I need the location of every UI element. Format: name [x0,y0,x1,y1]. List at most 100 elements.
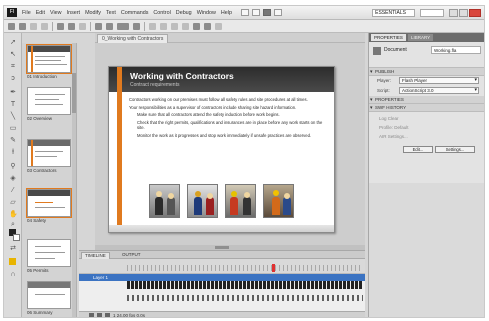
slide-preview[interactable]: Working with Contractors Contract requir… [108,66,335,233]
player-select[interactable]: Flash Player [399,77,479,84]
slide-thumbnail[interactable]: 02 Overview [27,87,71,121]
eraser-icon[interactable]: ▱ [9,199,17,207]
settings-icon[interactable] [262,9,271,16]
slide-thumbnail-caption: 06 Summary [27,310,53,315]
menu-control[interactable]: Control [153,10,170,16]
pen-tool-icon[interactable]: ✒ [9,89,17,97]
workspace-switcher[interactable]: ESSENTIALS [372,8,415,17]
rotate-icon[interactable] [117,22,129,30]
rectangle-tool-icon[interactable]: ▭ [9,125,17,133]
slide-thumbnail[interactable]: 01 Introduction [26,44,72,79]
menu-window[interactable]: Window [197,10,216,16]
snap-icon[interactable] [79,22,86,30]
fill-color-icon[interactable] [9,258,16,265]
swf-history-line: Profile: Default [379,125,409,130]
scale-icon[interactable] [133,22,140,30]
match-size-icon[interactable] [171,22,178,30]
snap-magnet-icon[interactable]: ∩ [9,271,17,279]
stage-canvas[interactable]: Working with Contractors Contract requir… [95,43,365,250]
smooth-icon[interactable] [95,22,102,30]
brush-tool-icon[interactable]: ⱡ [9,149,17,157]
edit-button[interactable]: Edit... [403,146,433,153]
filmstrip-scrollbar[interactable] [72,43,76,317]
paint-bucket-icon[interactable]: ◈ [9,175,17,183]
slide-thumbnail[interactable]: 03 Contractors [27,139,71,173]
menu-file[interactable]: File [22,10,31,16]
arrange-icon[interactable] [273,9,282,16]
section-swf-history[interactable]: SWF HISTORY [369,104,484,112]
selection-tool-icon[interactable]: ➚ [9,39,17,47]
section-properties[interactable]: PROPERTIES [369,96,484,104]
new-folder-icon[interactable] [97,313,102,317]
align-icon[interactable] [149,22,156,30]
transform-icon[interactable] [215,22,222,30]
save-icon[interactable] [30,22,37,30]
menu-text[interactable]: Text [106,10,116,16]
undo-icon[interactable] [57,22,64,30]
timeline-frames[interactable] [127,295,363,301]
tab-library[interactable]: LIBRARY [407,34,434,41]
timeline-frames[interactable] [127,281,363,289]
worker-photo [263,184,294,218]
print-icon[interactable] [41,22,48,30]
menu-debug[interactable]: Debug [176,10,192,16]
section-publish[interactable]: PUBLISH [369,68,484,76]
document-name-field[interactable]: Working.fla [431,46,481,54]
hand-tool-icon[interactable]: ✋ [9,211,18,219]
properties-panel: PROPERTIES LIBRARY Document Working.fla … [368,33,484,317]
new-layer-icon[interactable] [89,313,94,317]
layer-name: Layer 1 [93,275,109,280]
menu-bar: Fl File Edit View Insert Modify Text Com… [4,6,484,20]
redo-icon[interactable] [68,22,75,30]
slide-thumbnail[interactable]: 04 Safety [26,188,72,223]
layout-icon[interactable] [251,9,260,16]
transform-tool-icon[interactable]: ⌗ [9,63,17,71]
minimize-button[interactable] [449,8,458,17]
text-tool-icon[interactable]: T [9,101,17,109]
bone-tool-icon[interactable]: ⚲ [9,163,17,171]
tab-timeline[interactable]: TIMELINE [81,252,110,259]
tab-output[interactable]: OUTPUT [119,252,144,259]
eyedropper-icon[interactable]: ⁄ [9,187,17,195]
maximize-button[interactable] [459,8,468,17]
group-icon[interactable] [193,22,200,30]
menu-view[interactable]: View [50,10,62,16]
tab-properties[interactable]: PROPERTIES [371,34,406,41]
timeline-ruler[interactable] [127,265,363,271]
script-select[interactable]: ActionScript 3.0 [399,87,479,94]
menu-help[interactable]: Help [221,10,232,16]
space-icon[interactable] [182,22,189,30]
line-tool-icon[interactable]: ╲ [9,113,17,121]
document-icon [373,47,381,55]
distribute-icon[interactable] [160,22,167,30]
slide-thumbnail-caption: 01 Introduction [27,74,57,79]
swap-colors-icon[interactable]: ⇄ [9,245,17,253]
pencil-tool-icon[interactable]: ✎ [9,137,17,145]
document-tab[interactable]: 0_Working with Contractors [97,34,169,43]
slide-bullet: Check that the right permits, qualificat… [137,119,323,131]
playhead[interactable] [272,264,275,272]
zoom-tool-icon[interactable]: ⌕ [9,221,17,229]
menu-insert[interactable]: Insert [67,10,80,16]
subselect-tool-icon[interactable]: ↖ [9,51,17,59]
menu-commands[interactable]: Commands [121,10,149,16]
break-apart-icon[interactable] [204,22,211,30]
close-button[interactable] [469,8,481,17]
bridge-icon[interactable] [240,9,249,16]
help-search-input[interactable] [420,8,444,17]
menu-edit[interactable]: Edit [36,10,45,16]
straighten-icon[interactable] [106,22,113,30]
fill-color-swatch[interactable] [13,234,20,241]
slide-thumbnail[interactable]: 05 Permits [27,239,71,273]
document-label: Document [384,47,407,53]
slide-thumbnail[interactable]: 06 Summary [27,281,71,315]
slide-accent-stripe [117,67,122,232]
open-file-icon[interactable] [19,22,26,30]
settings-button[interactable]: Settings... [435,146,475,153]
slide-thumbnail-caption: 05 Permits [27,268,49,273]
layer-row[interactable]: Layer 1 [79,274,365,281]
delete-layer-icon[interactable] [105,313,110,317]
menu-modify[interactable]: Modify [85,10,101,16]
lasso-tool-icon[interactable]: ↄ [9,75,17,83]
new-file-icon[interactable] [8,22,15,30]
